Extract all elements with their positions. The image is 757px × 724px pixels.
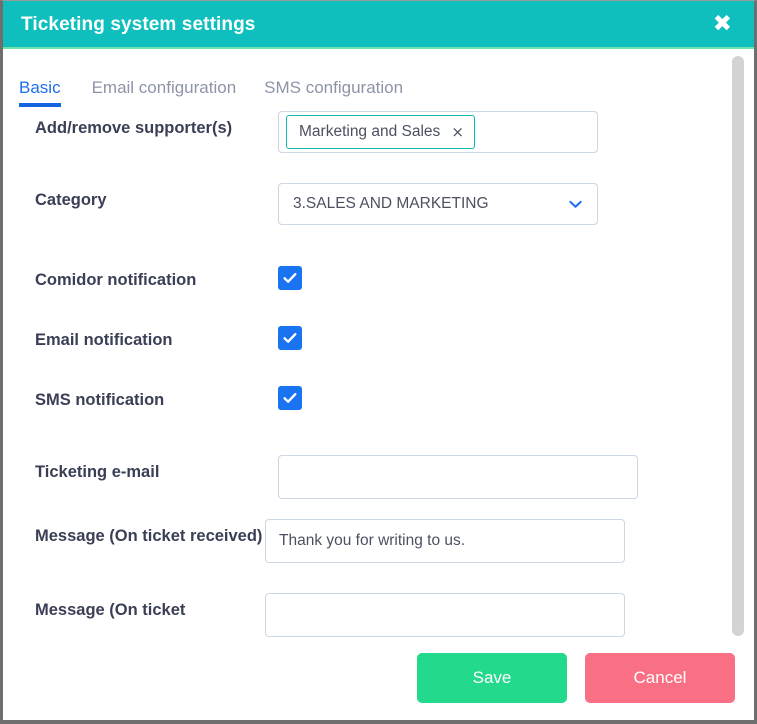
sms-notification-label: SMS notification: [35, 391, 165, 409]
save-button[interactable]: Save: [417, 653, 567, 703]
page-title: Ticketing system settings: [21, 13, 256, 35]
tab-basic[interactable]: Basic: [19, 78, 79, 111]
form-row-message-received: Message (On ticket received): [3, 519, 754, 593]
email-notification-control: [278, 323, 754, 350]
supporters-label: Add/remove supporter(s): [35, 119, 233, 137]
message-received-label: Message (On ticket received): [35, 527, 263, 545]
chevron-down-icon: [569, 200, 582, 208]
form-row-comidor-notification: Comidor notification: [3, 263, 754, 323]
comidor-notification-checkbox[interactable]: [278, 266, 302, 290]
email-notification-checkbox[interactable]: [278, 326, 302, 350]
form-row-message-partial: Message (On ticket: [3, 593, 754, 642]
form-row-ticketing-email: Ticketing e-mail: [3, 443, 754, 519]
form-row-category: Category 3.SALES AND MARKETING: [3, 183, 754, 263]
supporters-control: Marketing and Sales ×: [278, 111, 754, 153]
token-remove-icon[interactable]: ×: [451, 124, 464, 140]
dialog-footer: Save Cancel: [3, 642, 754, 714]
form-row-email-notification: Email notification: [3, 323, 754, 383]
comidor-notification-control: [278, 263, 754, 290]
category-select[interactable]: 3.SALES AND MARKETING: [278, 183, 598, 225]
message-partial-input[interactable]: [265, 593, 625, 637]
supporters-input[interactable]: Marketing and Sales ×: [278, 111, 598, 153]
check-icon: [283, 393, 297, 403]
tab-sms-configuration[interactable]: SMS configuration: [251, 78, 418, 111]
sms-notification-checkbox[interactable]: [278, 386, 302, 410]
dialog-body: Basic Email configuration SMS configurat…: [3, 49, 754, 642]
scrollbar-track[interactable]: [732, 49, 744, 642]
sms-notification-control: [278, 383, 754, 410]
comidor-notification-label: Comidor notification: [35, 271, 197, 289]
form-row-supporters: Add/remove supporter(s) Marketing and Sa…: [3, 111, 754, 183]
token-label: Marketing and Sales: [299, 123, 441, 140]
tab-bar: Basic Email configuration SMS configurat…: [3, 49, 754, 111]
check-icon: [283, 273, 297, 283]
dialog-title-bar: Ticketing system settings ✖: [3, 1, 754, 49]
cancel-button[interactable]: Cancel: [585, 653, 735, 703]
ticketing-email-control: [278, 455, 754, 499]
scrollbar-thumb[interactable]: [732, 56, 744, 636]
category-selected-value: 3.SALES AND MARKETING: [293, 195, 489, 212]
settings-form: Add/remove supporter(s) Marketing and Sa…: [3, 111, 754, 642]
ticketing-email-input[interactable]: [278, 455, 638, 499]
form-row-sms-notification: SMS notification: [3, 383, 754, 443]
email-notification-label: Email notification: [35, 331, 173, 349]
check-icon: [283, 333, 297, 343]
ticketing-email-label: Ticketing e-mail: [35, 463, 160, 481]
close-icon[interactable]: ✖: [713, 12, 732, 36]
message-received-control: [265, 519, 754, 563]
category-label: Category: [35, 191, 107, 209]
category-control: 3.SALES AND MARKETING: [278, 183, 754, 225]
token-marketing-and-sales: Marketing and Sales ×: [286, 115, 475, 149]
message-partial-control: [265, 593, 754, 637]
tab-email-configuration[interactable]: Email configuration: [79, 78, 252, 111]
message-partial-label: Message (On ticket: [35, 601, 186, 619]
message-received-input[interactable]: [265, 519, 625, 563]
dialog-window: Ticketing system settings ✖ Basic Email …: [0, 0, 757, 724]
